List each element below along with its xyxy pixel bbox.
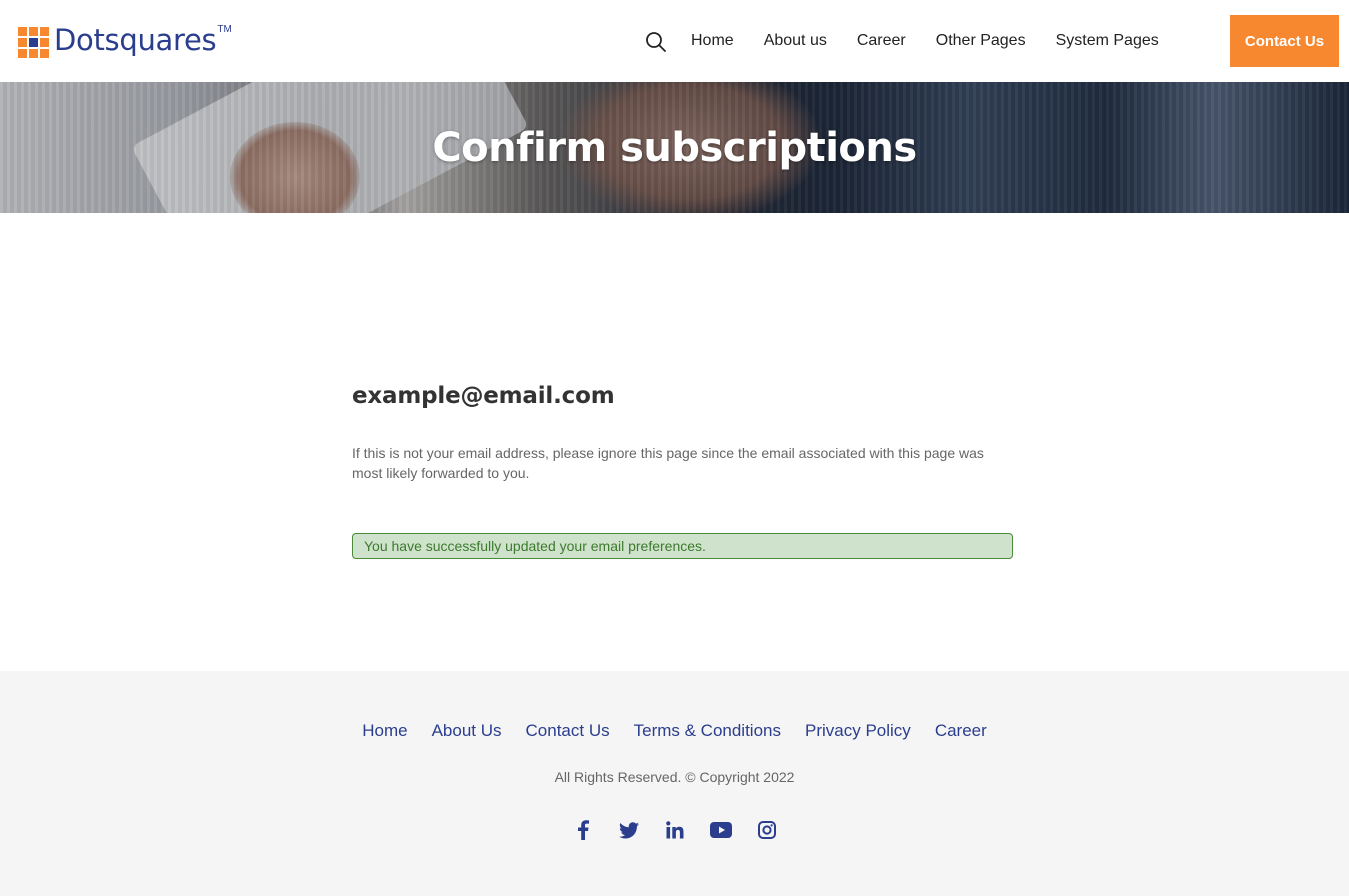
logo-mark-icon [18,27,49,58]
logo-trademark: TM [217,24,232,35]
social-links [0,819,1349,841]
hero-banner: Confirm subscriptions [0,82,1349,213]
logo[interactable]: Dotsquares TM [18,22,232,58]
nav-system-pages[interactable]: System Pages [1056,32,1159,50]
contact-us-button[interactable]: Contact Us [1230,15,1339,67]
linkedin-icon[interactable] [664,819,686,841]
footer-nav: Home About Us Contact Us Terms & Conditi… [0,721,1349,741]
success-alert: You have successfully updated your email… [352,533,1013,559]
site-header: Dotsquares TM Home About us Career Other… [0,0,1349,82]
nav-about-us[interactable]: About us [764,32,827,50]
youtube-icon[interactable] [709,819,732,841]
footer-link-about-us[interactable]: About Us [432,721,502,741]
nav-career[interactable]: Career [857,32,906,50]
nav-home[interactable]: Home [691,32,734,50]
footer-link-home[interactable]: Home [362,721,407,741]
footer-link-career[interactable]: Career [935,721,987,741]
page-title: Confirm subscriptions [432,124,917,171]
facebook-icon[interactable] [572,819,594,841]
twitter-icon[interactable] [618,819,640,841]
footer-link-privacy[interactable]: Privacy Policy [805,721,911,741]
copyright-text: All Rights Reserved. © Copyright 2022 [554,769,795,785]
footer-link-terms[interactable]: Terms & Conditions [634,721,781,741]
nav-other-pages[interactable]: Other Pages [936,32,1026,50]
site-footer: Home About Us Contact Us Terms & Conditi… [0,671,1349,896]
subscription-content: example@email.com If this is not your em… [352,383,1013,559]
instagram-icon[interactable] [756,819,778,841]
search-icon[interactable] [645,31,667,53]
subscriber-email: example@email.com [352,383,615,409]
footer-link-contact-us[interactable]: Contact Us [526,721,610,741]
logo-text: Dotsquares [54,23,217,57]
email-notice: If this is not your email address, pleas… [352,445,984,481]
main-nav: Home About us Career Other Pages System … [676,0,1174,82]
